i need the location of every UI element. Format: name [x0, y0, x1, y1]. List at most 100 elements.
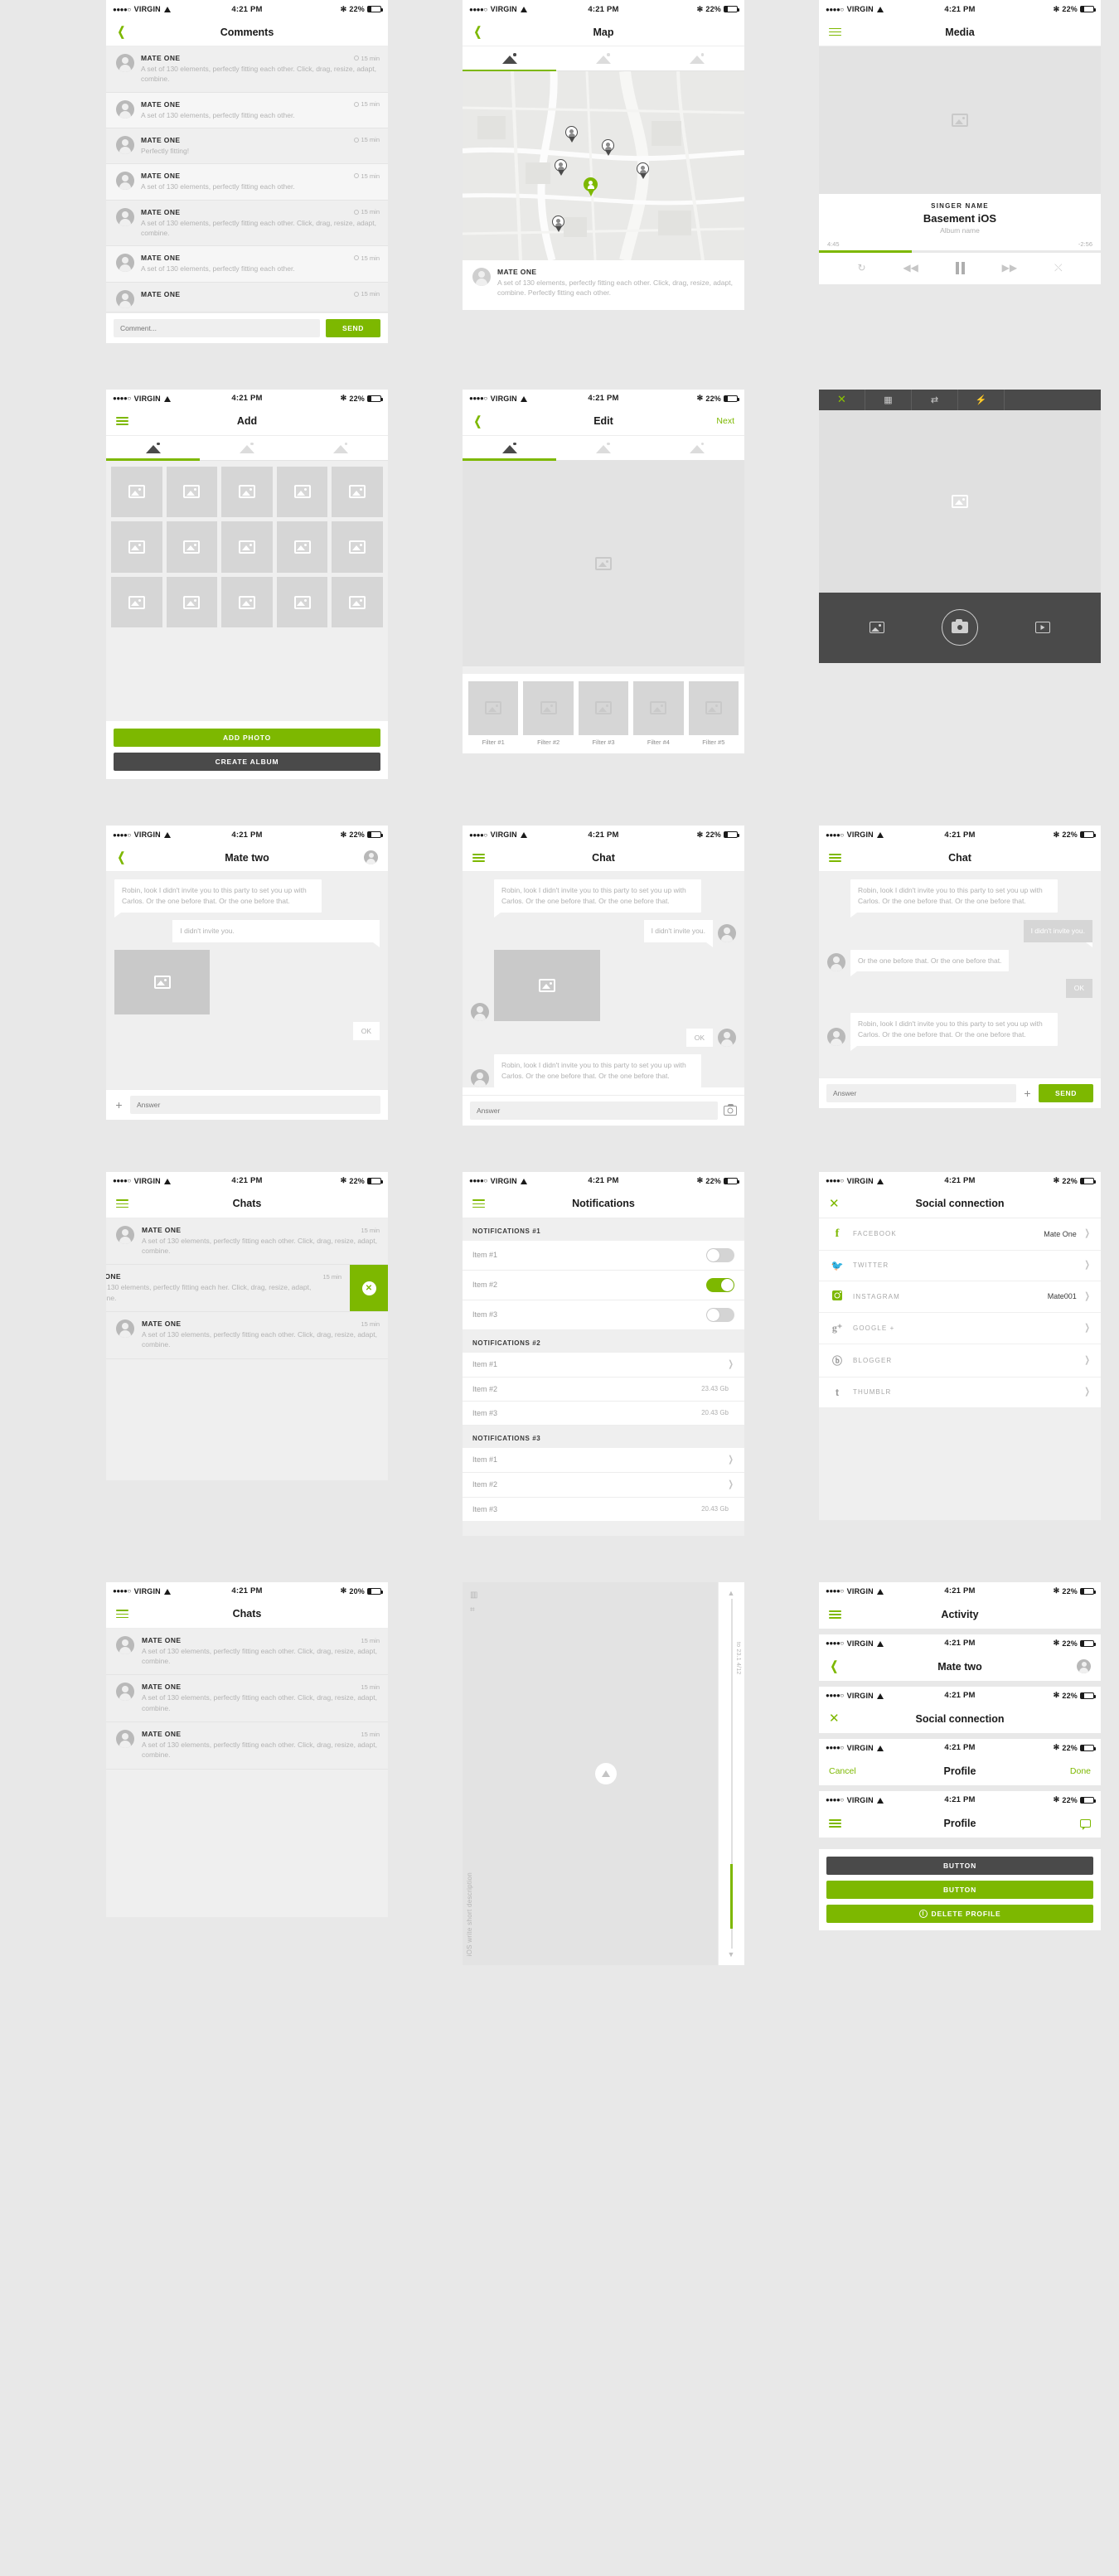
- edit-canvas[interactable]: [463, 460, 744, 666]
- map-canvas[interactable]: [463, 71, 744, 260]
- social-row-blogger[interactable]: ⓑ BLOGGER ❯: [819, 1344, 1101, 1378]
- chat-list-item[interactable]: MATE ONE 15 min A set of 130 elements, p…: [106, 1312, 388, 1359]
- menu-button[interactable]: [472, 853, 485, 862]
- play-circle-icon[interactable]: [595, 1762, 617, 1784]
- menu-button[interactable]: [472, 1199, 485, 1208]
- gallery-icon[interactable]: [869, 622, 884, 633]
- chevron-up-icon[interactable]: ▲: [728, 1589, 735, 1597]
- toggle-switch[interactable]: [706, 1277, 734, 1292]
- map-pin[interactable]: [552, 215, 564, 232]
- chat-list-item[interactable]: MATE ONE 15 min A set of 130 elements, p…: [106, 1218, 388, 1266]
- add-photo-button[interactable]: ADD PHOTO: [114, 729, 380, 748]
- toggle-switch[interactable]: [706, 1247, 734, 1262]
- map-pin[interactable]: [555, 159, 567, 176]
- comment-row[interactable]: MATE ONE 15 min A set of 130 elements, p…: [106, 246, 388, 283]
- notification-row[interactable]: Item #3: [463, 1300, 744, 1330]
- filter-item[interactable]: Filter #5: [688, 680, 739, 746]
- photo-thumb[interactable]: [111, 521, 162, 573]
- map-footer-item[interactable]: MATE ONE A set of 130 elements, perfectl…: [463, 260, 744, 310]
- notification-row[interactable]: Item #1 ❯: [463, 1352, 744, 1378]
- rewind-icon[interactable]: ◀◀: [903, 263, 918, 273]
- plus-icon[interactable]: +: [1022, 1087, 1033, 1099]
- social-row-twitter[interactable]: 🐦 TWITTER ❯: [819, 1250, 1101, 1281]
- filter-item[interactable]: Filter #3: [578, 680, 629, 746]
- photo-thumb[interactable]: [221, 521, 273, 573]
- crop-icon[interactable]: ⌗: [470, 1605, 475, 1615]
- columns-icon[interactable]: ▥: [470, 1591, 477, 1600]
- close-button[interactable]: ✕: [829, 1198, 840, 1210]
- social-row-instagram[interactable]: INSTAGRAM Mate001 ❯: [819, 1281, 1101, 1313]
- notification-row[interactable]: Item #2 23.43 Gb: [463, 1377, 744, 1402]
- answer-input[interactable]: [130, 1096, 380, 1115]
- tab-photos[interactable]: [106, 436, 201, 461]
- create-album-button[interactable]: CREATE ALBUM: [114, 753, 380, 772]
- photo-thumb[interactable]: [276, 521, 328, 573]
- photo-thumb[interactable]: [166, 466, 218, 518]
- tab-photos-3[interactable]: [294, 436, 388, 460]
- back-button[interactable]: ❮: [116, 26, 127, 38]
- avatar-icon[interactable]: [364, 850, 378, 865]
- avatar-icon[interactable]: [1077, 1659, 1091, 1674]
- tab-photos-2[interactable]: [556, 46, 650, 70]
- answer-input[interactable]: [826, 1084, 1016, 1103]
- camera-viewfinder[interactable]: [819, 409, 1101, 593]
- repeat-icon[interactable]: ↻: [857, 263, 865, 273]
- menu-button[interactable]: [829, 1610, 841, 1619]
- tab-photos[interactable]: [463, 436, 557, 461]
- map-pin[interactable]: [602, 139, 614, 156]
- video-icon[interactable]: [1035, 622, 1051, 633]
- notification-row[interactable]: Item #2 ❯: [463, 1472, 744, 1498]
- tab-photos-2[interactable]: [200, 436, 293, 460]
- photo-thumb[interactable]: [166, 576, 218, 628]
- toggle-switch[interactable]: [706, 1307, 734, 1322]
- chat-image-message[interactable]: [494, 949, 600, 1021]
- map-pin[interactable]: [637, 162, 649, 179]
- photo-thumb[interactable]: [111, 576, 162, 628]
- social-row-facebook[interactable]: f FACEBOOK Mate One ❯: [819, 1218, 1101, 1251]
- button-green[interactable]: BUTTON: [826, 1880, 1093, 1899]
- filter-item[interactable]: Filter #4: [633, 680, 684, 746]
- social-row-tumblr[interactable]: t THUMBLR ❯: [819, 1377, 1101, 1407]
- chat-list-item[interactable]: MATE ONE 15 min A set of 130 elements, p…: [106, 1628, 388, 1676]
- back-button[interactable]: ❮: [472, 26, 483, 38]
- photo-thumb[interactable]: [166, 521, 218, 573]
- scroll-thumb[interactable]: [730, 1863, 733, 1929]
- flash-button[interactable]: ⚡: [958, 389, 1005, 410]
- social-row-google-plus[interactable]: g⁺ GOOGLE + ❯: [819, 1312, 1101, 1344]
- comment-row[interactable]: MATE ONE 15 min Perfectly fitting!: [106, 128, 388, 165]
- back-button[interactable]: ❮: [829, 1660, 840, 1673]
- menu-button[interactable]: [116, 1199, 128, 1208]
- comment-input[interactable]: [114, 318, 320, 337]
- cancel-button[interactable]: Cancel: [829, 1766, 856, 1776]
- photo-thumb[interactable]: [332, 521, 384, 573]
- menu-button[interactable]: [116, 1610, 128, 1619]
- close-button[interactable]: ✕: [829, 1712, 840, 1725]
- chat-list-item[interactable]: MATE ONE 15 min A set of 130 elements, p…: [106, 1722, 388, 1770]
- photo-thumb[interactable]: [221, 466, 273, 518]
- shutter-button[interactable]: [941, 609, 978, 646]
- tab-photos[interactable]: [463, 46, 557, 71]
- filter-item[interactable]: Filter #1: [468, 680, 519, 746]
- comment-row[interactable]: MATE ONE 15 min: [106, 283, 388, 312]
- comment-row[interactable]: MATE ONE 15 min A set of 130 elements, p…: [106, 164, 388, 201]
- map-pin[interactable]: [565, 126, 578, 143]
- tab-photos-2[interactable]: [556, 436, 650, 460]
- menu-button[interactable]: [116, 417, 128, 425]
- delete-profile-button[interactable]: DELETE PROFILE: [826, 1904, 1093, 1923]
- send-button[interactable]: SEND: [1039, 1084, 1093, 1103]
- forward-icon[interactable]: ▶▶: [1002, 263, 1017, 273]
- notification-row[interactable]: Item #3 20.43 Gb: [463, 1401, 744, 1426]
- tab-photos-3[interactable]: [651, 46, 744, 70]
- chat-bubble-icon[interactable]: [1080, 1818, 1091, 1830]
- menu-button[interactable]: [829, 27, 841, 36]
- button-dark[interactable]: BUTTON: [826, 1856, 1093, 1875]
- progress-bar[interactable]: [819, 250, 1101, 253]
- tab-photos-3[interactable]: [651, 436, 744, 460]
- notification-row[interactable]: Item #1: [463, 1240, 744, 1271]
- vertical-scrollbar[interactable]: ▲ to 23.1 4/12 ▼: [718, 1581, 744, 1965]
- chat-list-item-swiped[interactable]: ATE ONE 15 min set of 130 elements, perf…: [106, 1265, 388, 1313]
- back-button[interactable]: ❮: [116, 851, 127, 864]
- next-button[interactable]: Next: [716, 416, 734, 426]
- photo-thumb[interactable]: [276, 466, 328, 518]
- delete-swipe-button[interactable]: ✕: [350, 1265, 388, 1312]
